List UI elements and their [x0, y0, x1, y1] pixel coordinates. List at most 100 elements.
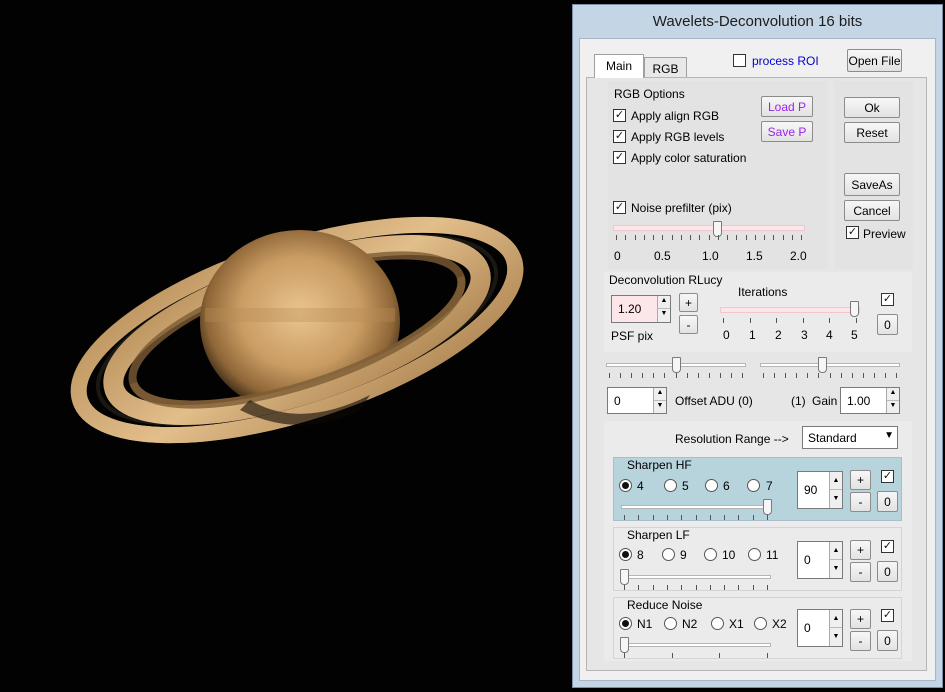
- sharpen-lf-radio-11[interactable]: [748, 548, 761, 561]
- sharpen-hf-zero-button[interactable]: 0: [877, 491, 898, 512]
- iterations-slider-track[interactable]: [720, 307, 860, 313]
- sharpen-hf-spin-arrows[interactable]: ▲ ▼: [829, 472, 842, 508]
- gain-spinbox[interactable]: 1.00 ▲ ▼: [840, 387, 900, 414]
- chevron-down-icon[interactable]: ▼: [884, 430, 894, 441]
- sharpen-hf-radio-7[interactable]: [747, 479, 760, 492]
- spin-up-icon[interactable]: ▲: [887, 388, 899, 401]
- slider-tick: [676, 373, 677, 378]
- sharpen-lf-slider-thumb[interactable]: [620, 569, 629, 585]
- apply-color-saturation-checkbox[interactable]: ✓: [613, 151, 626, 164]
- slider-tick: [896, 373, 897, 378]
- reduce-noise-slider-track[interactable]: [621, 643, 771, 647]
- spin-up-icon[interactable]: ▲: [830, 472, 842, 490]
- apply-align-rgb-label: Apply align RGB: [631, 109, 720, 123]
- psf-pix-spin-arrows[interactable]: ▲ ▼: [657, 296, 670, 322]
- psf-plus-button[interactable]: +: [679, 293, 698, 312]
- spin-down-icon[interactable]: ▼: [830, 628, 842, 646]
- dialog-client-area: Main RGB process ROI Open File RGB Optio…: [579, 38, 936, 681]
- iterations-ticks: [723, 318, 857, 324]
- sharpen-lf-radio-8[interactable]: [619, 548, 632, 561]
- cancel-button[interactable]: Cancel: [844, 200, 900, 221]
- sharpen-lf-radio-10[interactable]: [704, 548, 717, 561]
- spin-up-icon[interactable]: ▲: [654, 388, 666, 401]
- noise-prefilter-checkbox[interactable]: ✓: [613, 201, 626, 214]
- slider-tick: [720, 373, 721, 378]
- slider-tick: [709, 373, 710, 378]
- sharpen-lf-radio-9[interactable]: [662, 548, 675, 561]
- reduce-noise-slider-thumb[interactable]: [620, 637, 629, 653]
- reduce-noise-minus-button[interactable]: -: [850, 631, 871, 651]
- reduce-noise-enable-checkbox[interactable]: ✓: [881, 609, 894, 622]
- sharpen-hf-radio-4[interactable]: [619, 479, 632, 492]
- spin-up-icon[interactable]: ▲: [830, 542, 842, 560]
- reduce-noise-radio-n1[interactable]: [619, 617, 632, 630]
- tab-rgb[interactable]: RGB: [644, 57, 687, 78]
- sharpen-hf-slider-track[interactable]: [621, 505, 771, 509]
- offset-spinbox[interactable]: 0 ▲ ▼: [607, 387, 667, 414]
- iteration-tick-3: 3: [801, 328, 808, 342]
- resolution-range-label: Resolution Range -->: [675, 432, 789, 446]
- spin-down-icon[interactable]: ▼: [654, 401, 666, 414]
- resolution-range-dropdown[interactable]: Standard ▼: [802, 426, 898, 449]
- slider-tick: [856, 318, 857, 323]
- open-file-button[interactable]: Open File: [847, 49, 902, 72]
- psf-minus-button[interactable]: -: [679, 315, 698, 334]
- gain-slider-track[interactable]: [760, 363, 900, 367]
- wavelets-dialog: Wavelets-Deconvolution 16 bits Main RGB …: [572, 4, 943, 688]
- ok-button[interactable]: Ok: [844, 97, 900, 118]
- deconvolution-enable-checkbox[interactable]: ✓: [881, 293, 894, 306]
- sharpen-hf-plus-button[interactable]: +: [850, 470, 871, 490]
- slider-tick: [767, 653, 768, 658]
- apply-rgb-levels-checkbox[interactable]: ✓: [613, 130, 626, 143]
- saveas-button[interactable]: SaveAs: [844, 173, 900, 196]
- sharpen-lf-enable-checkbox[interactable]: ✓: [881, 540, 894, 553]
- sharpen-hf-spinbox[interactable]: 90 ▲ ▼: [797, 471, 843, 509]
- preview-checkbox[interactable]: ✓: [846, 226, 859, 239]
- reduce-noise-spin-arrows[interactable]: ▲ ▼: [829, 610, 842, 646]
- offset-spin-arrows[interactable]: ▲ ▼: [653, 388, 666, 413]
- tab-main[interactable]: Main: [594, 54, 644, 78]
- iterations-slider-thumb[interactable]: [850, 301, 859, 317]
- reduce-noise-radio-x2[interactable]: [754, 617, 767, 630]
- slider-tick: [625, 235, 626, 240]
- psf-pix-spinbox[interactable]: 1.20 ▲ ▼: [611, 295, 671, 323]
- spin-up-icon[interactable]: ▲: [658, 296, 670, 309]
- slider-tick: [718, 235, 719, 240]
- reduce-noise-spinbox[interactable]: 0 ▲ ▼: [797, 609, 843, 647]
- sharpen-lf-option-8: 8: [637, 548, 644, 562]
- sharpen-hf-radio-5[interactable]: [664, 479, 677, 492]
- reduce-noise-radio-n2[interactable]: [664, 617, 677, 630]
- sharpen-lf-slider-track[interactable]: [621, 575, 771, 579]
- reduce-noise-plus-button[interactable]: +: [850, 609, 871, 629]
- sharpen-lf-zero-button[interactable]: 0: [877, 561, 898, 582]
- spin-down-icon[interactable]: ▼: [887, 401, 899, 414]
- apply-align-rgb-checkbox[interactable]: ✓: [613, 109, 626, 122]
- sharpen-hf-radio-6[interactable]: [705, 479, 718, 492]
- noise-prefilter-slider-track[interactable]: [613, 225, 805, 231]
- reduce-noise-option-x1: X1: [729, 617, 744, 631]
- sharpen-lf-minus-button[interactable]: -: [850, 562, 871, 582]
- sharpen-lf-plus-button[interactable]: +: [850, 540, 871, 560]
- slider-tick: [667, 515, 668, 520]
- save-preset-button[interactable]: Save P: [761, 121, 813, 142]
- gain-spin-arrows[interactable]: ▲ ▼: [886, 388, 899, 413]
- sharpen-lf-spin-arrows[interactable]: ▲ ▼: [829, 542, 842, 578]
- reduce-noise-zero-button[interactable]: 0: [877, 630, 898, 651]
- sharpen-hf-enable-checkbox[interactable]: ✓: [881, 470, 894, 483]
- gain-slider-thumb[interactable]: [818, 357, 827, 373]
- sharpen-hf-slider-thumb[interactable]: [763, 499, 772, 515]
- sharpen-lf-spinbox[interactable]: 0 ▲ ▼: [797, 541, 843, 579]
- sharpen-hf-option-5: 5: [682, 479, 689, 493]
- slider-tick: [642, 373, 643, 378]
- reduce-noise-radio-x1[interactable]: [711, 617, 724, 630]
- reset-button[interactable]: Reset: [844, 122, 900, 143]
- deconvolution-reset-zero-button[interactable]: 0: [877, 314, 898, 335]
- spin-down-icon[interactable]: ▼: [658, 309, 670, 322]
- offset-slider-thumb[interactable]: [672, 357, 681, 373]
- load-preset-button[interactable]: Load P: [761, 96, 813, 117]
- process-roi-checkbox[interactable]: [733, 54, 746, 67]
- spin-down-icon[interactable]: ▼: [830, 490, 842, 508]
- spin-down-icon[interactable]: ▼: [830, 560, 842, 578]
- sharpen-hf-minus-button[interactable]: -: [850, 492, 871, 512]
- spin-up-icon[interactable]: ▲: [830, 610, 842, 628]
